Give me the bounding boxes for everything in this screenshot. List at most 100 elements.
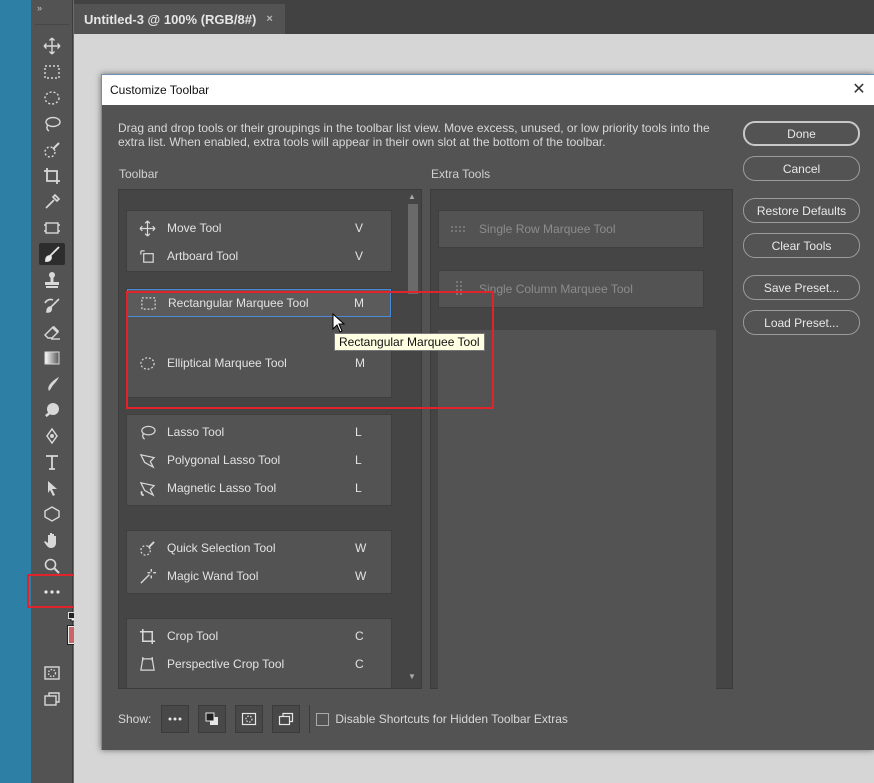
quick-selection-tool[interactable]	[39, 139, 65, 161]
type-icon	[46, 455, 58, 470]
extra-tool-name: Single Column Marquee Tool	[479, 282, 633, 296]
restore-defaults-button[interactable]: Restore Defaults	[743, 198, 860, 223]
frame-tool[interactable]	[39, 217, 65, 239]
list-item-polygonal-lasso-tool[interactable]: Polygonal Lasso Tool L	[127, 446, 391, 474]
artboard-icon	[139, 249, 154, 263]
document-tab-title: Untitled-3 @ 100% (RGB/8#)	[84, 11, 257, 27]
list-item-perspective-crop-tool[interactable]: Perspective Crop Tool C	[127, 650, 391, 678]
history-brush-icon	[44, 298, 60, 313]
screen-mode-icon	[279, 712, 294, 726]
history-brush-tool[interactable]	[39, 295, 65, 317]
toolbar-label: Toolbar	[119, 167, 159, 181]
more-tools-icon	[168, 717, 182, 721]
extra-tools-list[interactable]: Single Row Marquee Tool Single Column Ma…	[430, 189, 733, 690]
marquee-tool[interactable]	[39, 61, 65, 83]
list-item-crop-tool[interactable]: Crop Tool C	[127, 622, 391, 650]
list-item-lasso-tool[interactable]: Lasso Tool L	[127, 418, 391, 446]
hand-tool[interactable]	[39, 529, 65, 551]
eyedropper-tool[interactable]	[39, 191, 65, 213]
lasso-tool[interactable]	[39, 113, 65, 135]
tool-shortcut: V	[355, 221, 364, 235]
tool-name: Lasso Tool	[167, 425, 225, 439]
eraser-tool[interactable]	[39, 321, 65, 343]
quick-selection-icon	[139, 540, 155, 556]
hand-icon	[44, 533, 56, 548]
brush-tool[interactable]	[39, 243, 65, 265]
pen-icon	[46, 427, 58, 445]
lasso-icon	[45, 116, 61, 132]
toolbar-list-scrollbar[interactable]: ▲ ▼	[405, 190, 421, 688]
tool-shortcut: W	[355, 569, 367, 583]
move-icon	[139, 220, 155, 236]
toolbar-list[interactable]: Move Tool V Artboard Tool V Rectangular …	[118, 189, 422, 689]
list-item-artboard-tool[interactable]: Artboard Tool V	[127, 242, 391, 270]
document-tab-bar: Untitled-3 @ 100% (RGB/8#) ×	[74, 0, 874, 34]
tool-name: Polygonal Lasso Tool	[167, 453, 281, 467]
tool-name: Crop Tool	[167, 629, 219, 643]
crop-icon	[139, 628, 155, 644]
scroll-down-icon[interactable]: ▼	[408, 672, 416, 681]
ellipse-marquee-icon	[44, 91, 60, 105]
gradient-icon	[44, 351, 60, 365]
tool-shortcut: L	[355, 481, 362, 495]
tool-shortcut: V	[355, 249, 364, 263]
tool-name: Artboard Tool	[167, 249, 239, 263]
magnetic-lasso-icon	[139, 481, 155, 497]
frame-icon	[44, 222, 60, 234]
tool-group-crop[interactable]: Crop Tool C Perspective Crop Tool C	[126, 618, 392, 688]
tools-panel: »	[31, 0, 96, 783]
shape-icon	[44, 506, 60, 522]
quick-mask-icon	[44, 666, 60, 680]
clear-tools-button[interactable]: Clear Tools	[743, 233, 860, 258]
document-tab[interactable]: Untitled-3 @ 100% (RGB/8#) ×	[74, 4, 285, 34]
ellipse-marquee-tool[interactable]	[39, 87, 65, 109]
type-tool[interactable]	[39, 451, 65, 473]
quick-mask-icon	[242, 712, 257, 726]
disable-shortcuts-label[interactable]: Disable Shortcuts for Hidden Toolbar Ext…	[335, 712, 568, 726]
tool-name: Move Tool	[167, 221, 222, 235]
save-preset-button[interactable]: Save Preset...	[743, 275, 860, 300]
dodge-tool[interactable]	[39, 399, 65, 421]
shape-tool[interactable]	[39, 503, 65, 525]
smudge-tool[interactable]	[39, 373, 65, 395]
show-quick-mask-button[interactable]	[235, 705, 264, 733]
crop-tool[interactable]	[39, 165, 65, 187]
show-color-swatches-button[interactable]	[198, 705, 227, 733]
cancel-button[interactable]: Cancel	[743, 156, 860, 181]
quick-mask-button[interactable]	[39, 662, 65, 684]
close-icon[interactable]: ✕	[849, 79, 869, 99]
dodge-icon	[45, 403, 59, 418]
gradient-tool[interactable]	[39, 347, 65, 369]
disable-shortcuts-checkbox[interactable]	[316, 712, 330, 726]
brush-icon	[45, 246, 60, 262]
tool-group-move[interactable]: Move Tool V Artboard Tool V	[126, 210, 392, 272]
scroll-thumb[interactable]	[408, 204, 418, 294]
extra-item-single-row-marquee[interactable]: Single Row Marquee Tool	[438, 210, 704, 248]
show-screen-mode-button[interactable]	[272, 705, 301, 733]
list-item-move-tool[interactable]: Move Tool V	[127, 214, 391, 242]
tooltip: Rectangular Marquee Tool	[334, 333, 485, 351]
close-tab-icon[interactable]: ×	[266, 13, 272, 25]
scroll-up-icon[interactable]: ▲	[408, 192, 416, 201]
screen-mode-button[interactable]	[39, 688, 65, 710]
zoom-icon	[44, 558, 60, 574]
pen-tool[interactable]	[39, 425, 65, 447]
load-preset-button[interactable]: Load Preset...	[743, 310, 860, 335]
path-selection-tool[interactable]	[39, 477, 65, 499]
collapse-panel-icon[interactable]: »	[37, 3, 42, 13]
tool-group-selection[interactable]: Quick Selection Tool W Magic Wand Tool W	[126, 530, 392, 594]
lasso-icon	[140, 425, 156, 440]
quick-selection-icon	[44, 142, 60, 158]
list-item-magnetic-lasso-tool[interactable]: Magnetic Lasso Tool L	[127, 474, 391, 502]
list-item-magic-wand-tool[interactable]: Magic Wand Tool W	[127, 562, 391, 590]
tool-group-lasso[interactable]: Lasso Tool L Polygonal Lasso Tool L Magn…	[126, 414, 392, 506]
move-tool[interactable]	[39, 35, 65, 57]
tool-shortcut: W	[355, 541, 367, 555]
show-extra-tools-button[interactable]	[161, 705, 190, 733]
show-bar-divider	[309, 705, 311, 733]
list-item-quick-selection-tool[interactable]: Quick Selection Tool W	[127, 534, 391, 562]
dialog-titlebar[interactable]: Customize Toolbar ✕	[102, 75, 874, 105]
show-label: Show:	[118, 712, 152, 726]
stamp-tool[interactable]	[39, 269, 65, 291]
done-button[interactable]: Done	[743, 121, 860, 146]
